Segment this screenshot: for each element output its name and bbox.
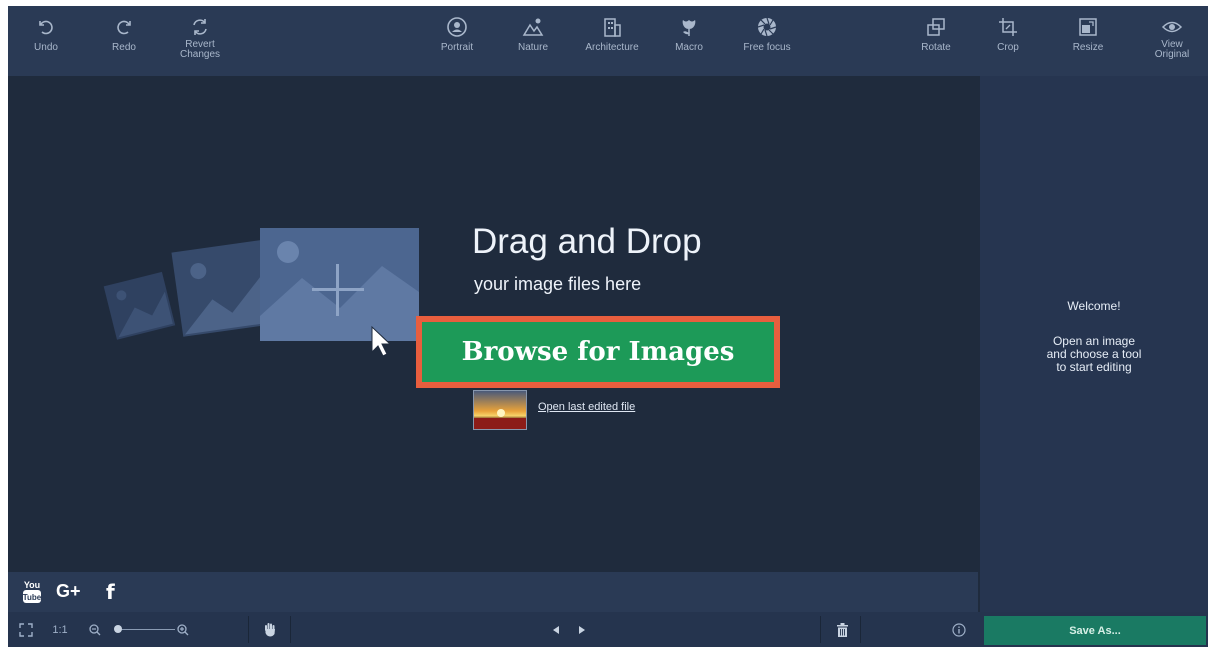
macro-button[interactable]: Macro [666, 6, 712, 76]
svg-text:Tube: Tube [23, 593, 42, 602]
view-original-label: View Original [1154, 39, 1190, 60]
crop-icon [994, 14, 1022, 40]
separator [290, 616, 291, 643]
drop-images-illustration [102, 226, 422, 371]
welcome-title: Welcome! [1067, 299, 1121, 313]
nature-icon [519, 14, 547, 40]
undo-button[interactable]: Undo [26, 6, 66, 76]
image-drop-area[interactable]: Drag and Drop your image files here Brow… [8, 76, 978, 572]
macro-label: Macro [675, 42, 703, 53]
trash-icon[interactable] [832, 612, 852, 647]
bottom-bar: 1:1 Save As... [8, 612, 1208, 647]
free-focus-label: Free focus [743, 42, 791, 53]
crop-label: Crop [997, 42, 1019, 53]
macro-icon [675, 14, 703, 40]
nature-button[interactable]: Nature [508, 6, 558, 76]
drag-drop-title: Drag and Drop [472, 222, 702, 261]
revert-icon [186, 14, 214, 40]
nature-label: Nature [517, 42, 548, 53]
youtube-icon[interactable]: You Tube [22, 579, 42, 610]
drag-drop-subtitle: your image files here [474, 274, 642, 294]
architecture-button[interactable]: Architecture [572, 6, 652, 76]
zoom-1to1-button[interactable]: 1:1 [48, 612, 72, 647]
zoom-slider-track[interactable] [120, 629, 175, 630]
fullscreen-icon[interactable] [14, 612, 38, 647]
rotate-label: Rotate [921, 42, 951, 53]
last-edited-thumbnail[interactable] [473, 390, 527, 430]
undo-label: Undo [34, 42, 58, 53]
zoom-out-icon[interactable] [86, 612, 104, 647]
info-icon[interactable] [948, 612, 970, 647]
resize-label: Resize [1072, 42, 1104, 53]
browse-for-images-button[interactable]: Browse for Images [422, 322, 774, 382]
architecture-icon [598, 14, 626, 40]
undo-icon [32, 14, 60, 40]
resize-button[interactable]: Resize [1064, 6, 1112, 76]
svg-text:You: You [24, 580, 40, 590]
social-bar: You Tube G+ f [8, 572, 978, 612]
redo-icon [110, 14, 138, 40]
eye-icon [1158, 14, 1186, 40]
hand-pan-icon[interactable] [258, 612, 282, 647]
architecture-label: Architecture [585, 42, 639, 53]
view-original-button[interactable]: View Original [1148, 6, 1196, 76]
portrait-label: Portrait [440, 42, 474, 53]
zoom-in-icon[interactable] [174, 612, 192, 647]
redo-button[interactable]: Redo [104, 6, 144, 76]
next-image-icon[interactable] [572, 612, 592, 647]
revert-changes-button[interactable]: Revert Changes [172, 6, 228, 76]
google-plus-icon[interactable]: G+ [56, 581, 81, 602]
welcome-message: Open an image and choose a tool to start… [1046, 334, 1142, 374]
rotate-icon [922, 14, 950, 40]
portrait-icon [443, 14, 471, 40]
top-toolbar: Undo Redo Revert Changes Portrait Nature [8, 6, 1208, 76]
open-last-edited-link[interactable]: Open last edited file [538, 401, 635, 413]
revert-label: Revert Changes [179, 39, 221, 60]
portrait-button[interactable]: Portrait [432, 6, 482, 76]
side-panel: Welcome! Open an image and choose a tool… [980, 76, 1208, 612]
separator [248, 616, 249, 643]
zoom-slider-handle[interactable] [114, 625, 122, 633]
redo-label: Redo [112, 42, 136, 53]
save-as-button[interactable]: Save As... [984, 616, 1206, 645]
separator [820, 616, 821, 643]
free-focus-icon [753, 14, 781, 40]
free-focus-button[interactable]: Free focus [730, 6, 804, 76]
crop-button[interactable]: Crop [988, 6, 1028, 76]
app-window: Undo Redo Revert Changes Portrait Nature [8, 6, 1208, 647]
browse-highlight-frame: Browse for Images [416, 316, 780, 388]
rotate-button[interactable]: Rotate [910, 6, 962, 76]
resize-icon [1074, 14, 1102, 40]
previous-image-icon[interactable] [546, 612, 566, 647]
facebook-icon[interactable]: f [106, 580, 115, 604]
separator [860, 616, 861, 643]
